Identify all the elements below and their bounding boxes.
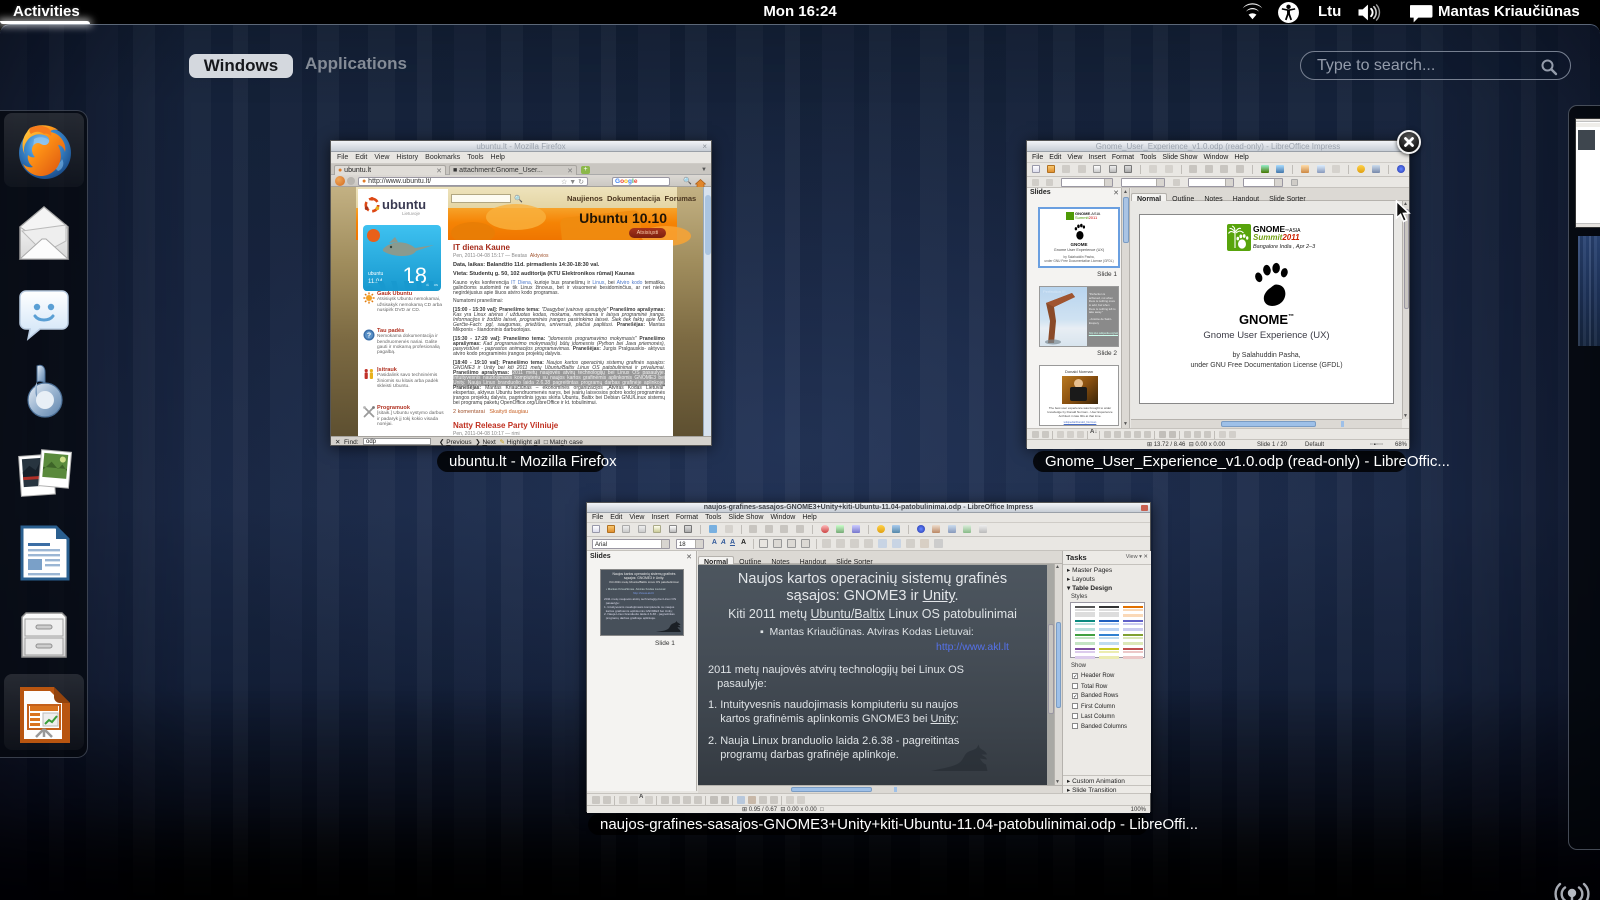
svg-text:?: ? bbox=[367, 333, 371, 340]
